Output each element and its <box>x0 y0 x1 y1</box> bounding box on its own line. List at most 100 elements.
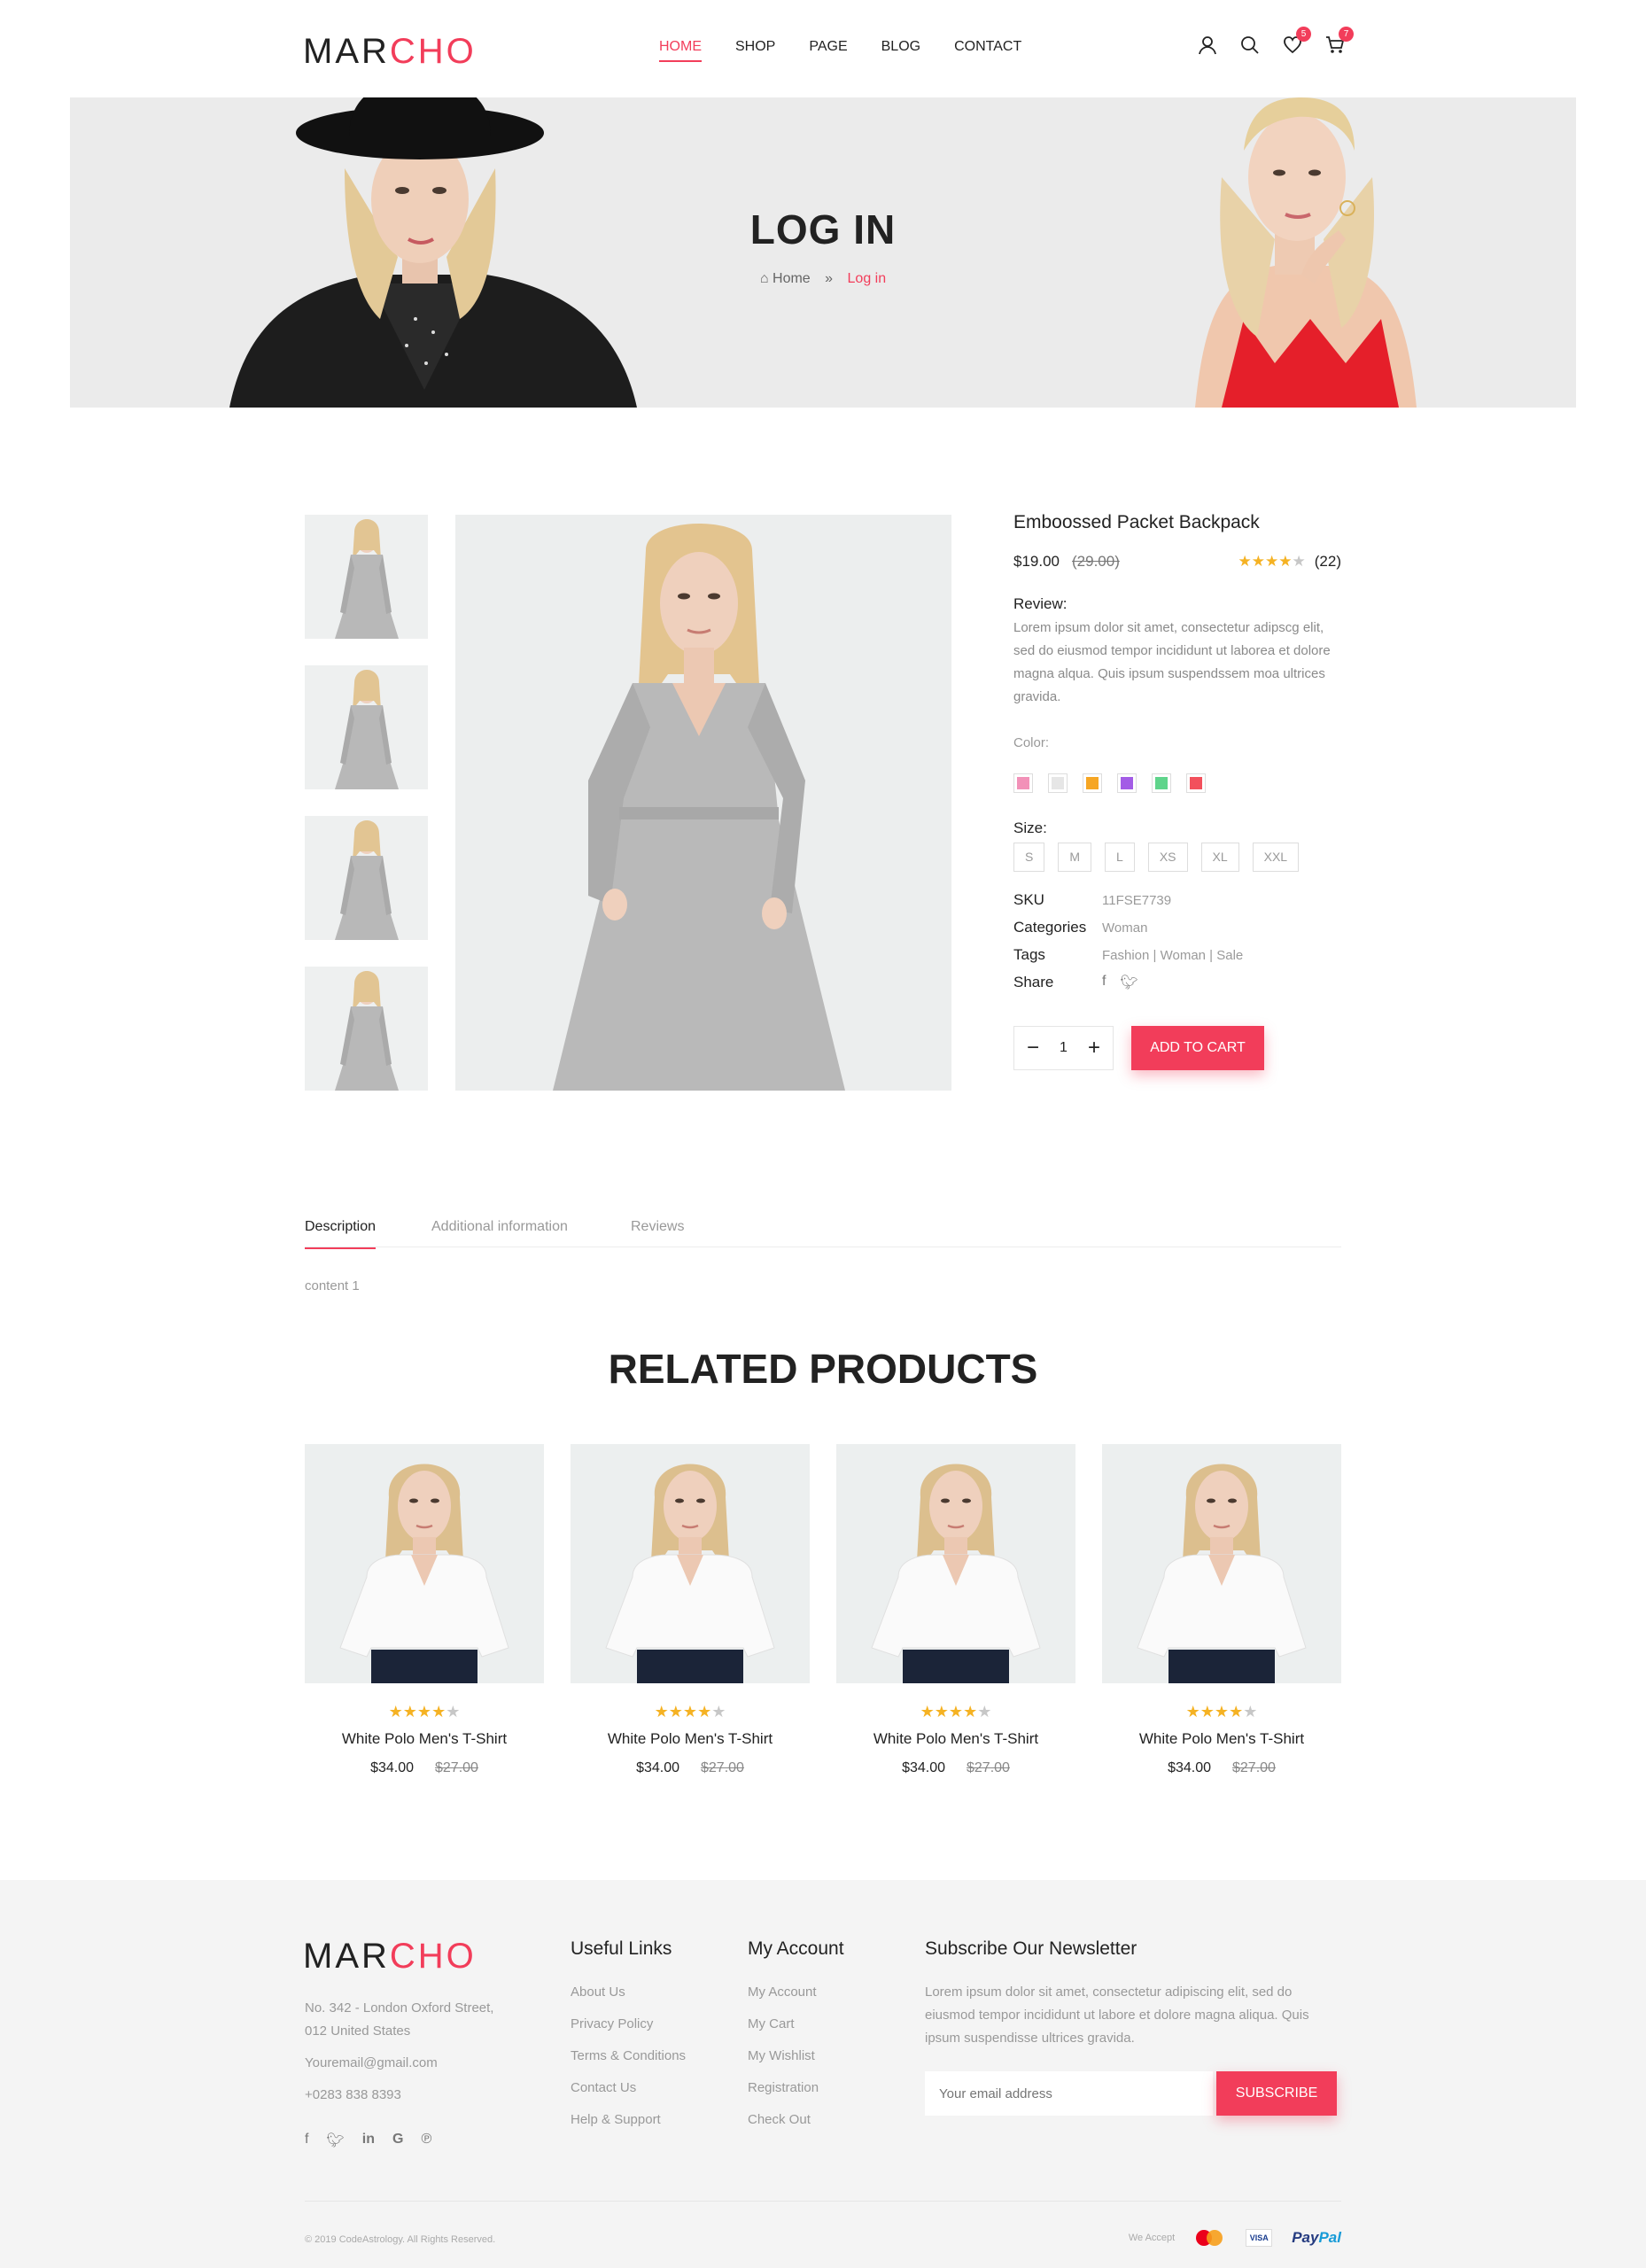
related-product-card[interactable]: ★★★★★ White Polo Men's T-Shirt $34.00 $27.0… <box>1102 1444 1341 1776</box>
footer-logo[interactable]: MARCHO <box>303 1937 477 1977</box>
tab-reviews[interactable]: Reviews <box>631 1219 684 1247</box>
facebook-icon[interactable]: f <box>305 2132 308 2149</box>
plus-icon[interactable]: + <box>1088 1036 1100 1060</box>
related-product-image[interactable] <box>1102 1444 1341 1683</box>
size-option-xs[interactable]: XS <box>1147 843 1188 872</box>
quantity-stepper: − 1 + <box>1013 1026 1114 1070</box>
size-option-xxl[interactable]: XXL <box>1252 843 1300 872</box>
size-option-l[interactable]: L <box>1105 843 1135 872</box>
footer-link-registration[interactable]: Registration <box>748 2080 844 2095</box>
product-thumbnail[interactable] <box>305 816 428 940</box>
color-swatch[interactable] <box>1186 773 1206 793</box>
related-product-name[interactable]: White Polo Men's T-Shirt <box>305 1730 544 1748</box>
add-to-cart-button[interactable]: ADD TO CART <box>1131 1026 1264 1070</box>
product-title: Emboossed Packet Backpack <box>1013 512 1260 532</box>
color-swatch[interactable] <box>1117 773 1137 793</box>
product-thumbnails <box>305 515 428 1117</box>
product-info: Emboossed Packet Backpack $19.00 (29.00) … <box>1013 512 1341 1070</box>
related-product-name[interactable]: White Polo Men's T-Shirt <box>571 1730 810 1748</box>
color-swatch[interactable] <box>1048 773 1068 793</box>
size-option-m[interactable]: M <box>1058 843 1092 872</box>
star-rating-icon: ★★★★★ <box>388 1703 461 1720</box>
related-product-card[interactable]: ★★★★★ White Polo Men's T-Shirt $34.00 $27.0… <box>836 1444 1075 1776</box>
nav-contact[interactable]: CONTACT <box>954 39 1021 62</box>
footer-link-contact[interactable]: Contact Us <box>571 2080 686 2095</box>
newsletter-title: Subscribe Our Newsletter <box>925 1938 1137 1959</box>
footer-link-my-cart[interactable]: My Cart <box>748 2016 844 2031</box>
size-option-s[interactable]: S <box>1013 843 1045 872</box>
related-product-name[interactable]: White Polo Men's T-Shirt <box>1102 1730 1341 1748</box>
address-line-2: 012 United States <box>305 2023 411 2039</box>
product-main-image[interactable] <box>455 515 951 1091</box>
breadcrumb: ⌂ Home » Log in <box>70 271 1576 287</box>
color-swatches <box>1013 773 1341 793</box>
footer-link-wishlist[interactable]: My Wishlist <box>748 2048 844 2063</box>
twitter-icon[interactable]: 🐦︎ <box>326 2132 344 2149</box>
color-label: Color: <box>1013 735 1050 750</box>
breadcrumb-separator-icon: » <box>825 271 834 286</box>
product-thumbnail[interactable] <box>305 967 428 1091</box>
product-tabs: Description Additional information Revie… <box>305 1216 1341 1249</box>
sku-row: SKU 11FSE7739 <box>1013 891 1341 919</box>
footer-phone[interactable]: +0283 838 8393 <box>305 2084 493 2107</box>
tags-value[interactable]: Fashion | Woman | Sale <box>1102 948 1243 963</box>
categories-value[interactable]: Woman <box>1102 920 1147 936</box>
related-product-image[interactable] <box>571 1444 810 1683</box>
related-product-name[interactable]: White Polo Men's T-Shirt <box>836 1730 1075 1748</box>
related-product-image[interactable] <box>836 1444 1075 1683</box>
footer-link-my-account[interactable]: My Account <box>748 1984 844 2000</box>
tab-description[interactable]: Description <box>305 1219 377 1249</box>
color-swatch[interactable] <box>1152 773 1171 793</box>
review-count[interactable]: (22) <box>1315 553 1341 571</box>
color-swatch[interactable] <box>1013 773 1033 793</box>
color-swatch[interactable] <box>1083 773 1102 793</box>
related-product-old-price: $27.00 <box>967 1760 1010 1775</box>
star-rating-icon: ★★★★★ <box>1185 1703 1258 1720</box>
related-product-old-price: $27.00 <box>1232 1760 1276 1775</box>
product-description: Lorem ipsum dolor sit amet, consectetur … <box>1013 620 1331 704</box>
quantity-value[interactable]: 1 <box>1060 1040 1068 1056</box>
heart-icon[interactable]: 5 <box>1283 27 1311 55</box>
site-header: MARCHO HOME SHOP PAGE BLOG CONTACT 5 7 <box>0 0 1646 97</box>
add-to-cart-row: − 1 + ADD TO CART <box>1013 1026 1341 1070</box>
related-product-card[interactable]: ★★★★★ White Polo Men's T-Shirt $34.00 $27.0… <box>571 1444 810 1776</box>
footer-link-checkout[interactable]: Check Out <box>748 2112 844 2127</box>
twitter-icon[interactable]: 🐦︎ <box>1120 974 1137 991</box>
facebook-icon[interactable]: f <box>1102 974 1106 991</box>
my-account-title: My Account <box>748 1938 844 1959</box>
footer-link-about[interactable]: About Us <box>571 1984 686 2000</box>
cart-icon[interactable]: 7 <box>1325 27 1354 55</box>
google-icon[interactable]: G <box>392 2132 403 2149</box>
related-product-card[interactable]: ★★★★★ White Polo Men's T-Shirt $34.00 $27.0… <box>305 1444 544 1776</box>
related-product-price: $34.00 <box>902 1760 945 1775</box>
size-option-xl[interactable]: XL <box>1200 843 1239 872</box>
newsletter-form: SUBSCRIBE <box>925 2071 1341 2116</box>
we-accept-label: We Accept <box>1128 2233 1176 2243</box>
footer-link-help[interactable]: Help & Support <box>571 2112 686 2127</box>
wishlist-count-badge: 5 <box>1296 27 1311 42</box>
footer-email[interactable]: Youremail@gmail.com <box>305 2052 493 2075</box>
footer-link-privacy[interactable]: Privacy Policy <box>571 2016 686 2031</box>
minus-icon[interactable]: − <box>1027 1036 1039 1060</box>
linkedin-icon[interactable]: in <box>362 2132 375 2149</box>
newsletter-email-input[interactable] <box>925 2071 1213 2116</box>
nav-shop[interactable]: SHOP <box>735 39 775 62</box>
site-footer: MARCHO No. 342 - London Oxford Street, 0… <box>0 1880 1646 2268</box>
tab-additional-information[interactable]: Additional information <box>431 1219 568 1247</box>
related-product-image[interactable] <box>305 1444 544 1683</box>
user-icon[interactable] <box>1198 35 1217 55</box>
breadcrumb-home[interactable]: Home <box>773 271 811 286</box>
mastercard-icon <box>1194 2228 1226 2248</box>
product-thumbnail[interactable] <box>305 665 428 789</box>
logo[interactable]: MARCHO <box>303 32 477 72</box>
review-label: Review: <box>1013 595 1068 612</box>
footer-link-terms[interactable]: Terms & Conditions <box>571 2048 686 2063</box>
search-icon[interactable] <box>1240 35 1260 55</box>
product-thumbnail[interactable] <box>305 515 428 639</box>
nav-blog[interactable]: BLOG <box>881 39 920 62</box>
product-meta: SKU 11FSE7739 Categories Woman Tags Fashion… <box>1013 891 1341 1001</box>
nav-home[interactable]: HOME <box>659 39 702 62</box>
pinterest-icon[interactable]: ℗ <box>421 2132 431 2149</box>
subscribe-button[interactable]: SUBSCRIBE <box>1216 2071 1337 2116</box>
nav-page[interactable]: PAGE <box>809 39 847 62</box>
